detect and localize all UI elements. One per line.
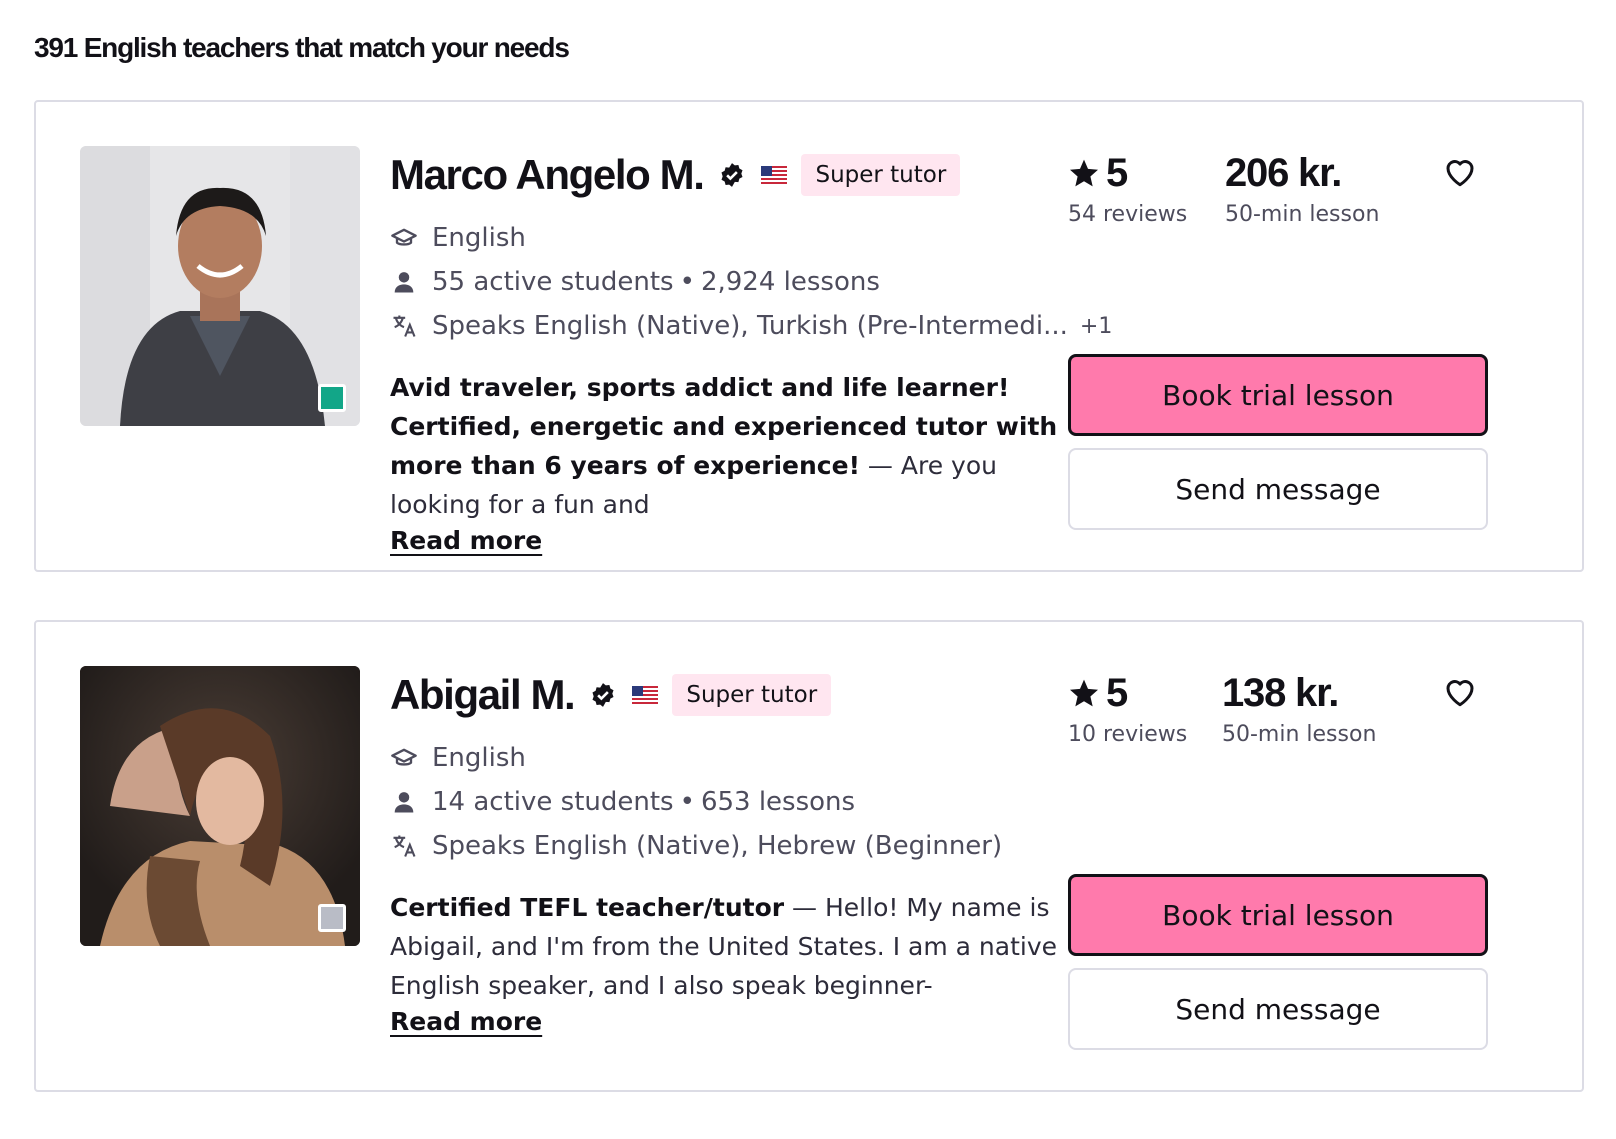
person-icon [390,788,418,816]
offline-status-indicator [318,904,346,932]
languages-spoken: Speaks English (Native), Turkish (Pre-In… [432,311,1068,341]
review-count: 10 reviews [1068,722,1188,747]
subject-row: English [390,736,1110,780]
online-status-indicator [318,384,346,412]
rating-value: 5 [1106,150,1128,195]
book-trial-lesson-button[interactable]: Book trial lesson [1068,354,1488,436]
price-block: 138 kr. 50-min lesson [1222,668,1377,748]
send-message-button[interactable]: Send message [1068,448,1488,530]
languages-row: Speaks English (Native), Turkish (Pre-In… [390,304,1112,348]
favorite-heart-icon[interactable] [1442,154,1478,190]
rating-value: 5 [1106,670,1128,715]
tutor-description: Avid traveler, sports addict and life le… [390,368,1070,524]
tutor-info: Abigail M. Super tutor English 14 active… [390,666,1110,1036]
price-unit: 50-min lesson [1222,722,1377,747]
read-more-link[interactable]: Read more [390,1007,542,1036]
rating-block: 5 10 reviews [1068,668,1188,748]
description-headline: Certified TEFL teacher/tutor [390,893,785,922]
tutor-card[interactable]: Abigail M. Super tutor English 14 active… [34,620,1584,1092]
subject-label: English [432,743,526,773]
subject-row: English [390,216,1110,260]
description-separator: — [784,893,825,922]
active-students: 55 active students [432,267,674,297]
more-languages-count[interactable]: +1 [1080,314,1112,339]
tutor-info: Marco Angelo M. Super tutor English 55 a… [390,146,1112,555]
tutor-name[interactable]: Marco Angelo M. [390,151,705,199]
review-count: 54 reviews [1068,202,1188,227]
tutor-description: Certified TEFL teacher/tutor — Hello! My… [390,888,1070,1005]
send-message-button[interactable]: Send message [1068,968,1488,1050]
results-heading: 391 English teachers that match your nee… [34,32,570,63]
subject-label: English [432,223,526,253]
graduation-cap-icon [390,224,418,252]
us-flag-icon [632,686,659,704]
languages-row: Speaks English (Native), Hebrew (Beginne… [390,824,1110,868]
translate-icon [390,832,418,860]
book-trial-lesson-button[interactable]: Book trial lesson [1068,874,1488,956]
students-row: 14 active students • 653 lessons [390,780,1110,824]
translate-icon [390,312,418,340]
students-row: 55 active students • 2,924 lessons [390,260,1110,304]
tutor-photo[interactable] [80,146,360,426]
star-icon [1068,157,1100,189]
price-value: 138 kr. [1222,670,1339,715]
super-tutor-badge: Super tutor [672,674,832,716]
tutor-name[interactable]: Abigail M. [390,671,576,719]
separator-dot: • [679,267,695,297]
star-icon [1068,677,1100,709]
active-students: 14 active students [432,787,674,817]
languages-spoken: Speaks English (Native), Hebrew (Beginne… [432,831,1003,861]
price-block: 206 kr. 50-min lesson [1225,148,1380,228]
price-value: 206 kr. [1225,150,1342,195]
favorite-heart-icon[interactable] [1442,674,1478,710]
price-unit: 50-min lesson [1225,202,1380,227]
verified-check-icon [590,682,616,708]
rating-block: 5 54 reviews [1068,148,1188,228]
person-icon [390,268,418,296]
super-tutor-badge: Super tutor [801,154,961,196]
tutor-card[interactable]: Marco Angelo M. Super tutor English 55 a… [34,100,1584,572]
lesson-count: 653 lessons [700,787,856,817]
description-separator: — [859,451,901,480]
graduation-cap-icon [390,744,418,772]
us-flag-icon [761,166,788,184]
tutor-photo[interactable] [80,666,360,946]
verified-check-icon [719,162,745,188]
lesson-count: 2,924 lessons [700,267,880,297]
separator-dot: • [679,787,695,817]
read-more-link[interactable]: Read more [390,526,542,555]
